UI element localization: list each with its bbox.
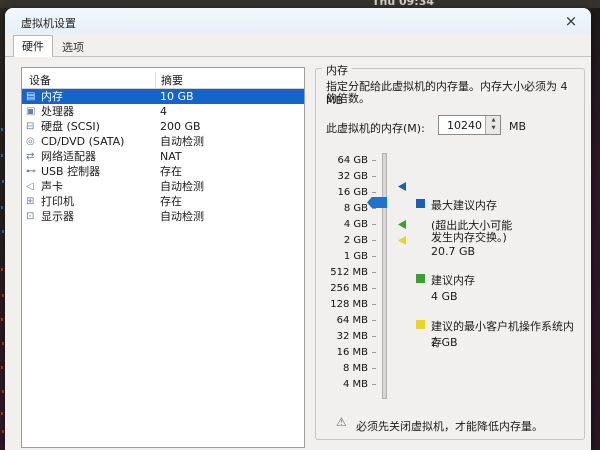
device-label: 打印机: [41, 194, 74, 209]
hard-disk-icon: ⊟: [26, 119, 40, 134]
device-label: 网络适配器: [41, 149, 96, 164]
table-row-hard-disk[interactable]: ⊟ 硬盘 (SCSI) 200 GB: [22, 119, 304, 134]
minimum-memory-legend-swatch: [416, 320, 425, 329]
device-summary: 自动检测: [160, 179, 204, 194]
scale-label: 32 GB: [316, 171, 368, 182]
table-row-processors[interactable]: ▣ 处理器 4: [22, 104, 304, 119]
scale-label: 8 GB: [316, 203, 368, 214]
system-top-bar: Thu 09:34: [0, 0, 600, 8]
column-header-device: 设备: [29, 72, 51, 88]
scale-label: 8 MB: [316, 363, 368, 374]
device-table-header: 设备 摘要: [22, 68, 304, 89]
tab-options[interactable]: 选项: [53, 37, 93, 57]
desktop-background: Thu 09:34 虚拟机设置 × 硬件 选项 设备 摘要 ▤ 内存 10 GB…: [0, 0, 600, 450]
warning-icon: ⚠: [336, 415, 347, 429]
network-icon: ⇄: [26, 149, 40, 164]
table-row-sound-card[interactable]: ◁ 声卡 自动检测: [22, 179, 304, 194]
memory-value-input[interactable]: 10240 ▲ ▼: [438, 115, 501, 135]
usb-icon: ⊷: [26, 164, 40, 179]
table-row-memory[interactable]: ▤ 内存 10 GB: [22, 89, 304, 104]
close-icon[interactable]: ×: [561, 11, 581, 31]
spinner-down-icon[interactable]: ▼: [486, 125, 501, 134]
printer-icon: ⊞: [26, 194, 40, 209]
device-label: 内存: [41, 89, 63, 104]
memory-slider-track[interactable]: [382, 153, 387, 399]
memory-description-line2: 的倍数。: [326, 90, 370, 106]
max-memory-legend-swatch: [416, 199, 425, 208]
table-row-network-adapter[interactable]: ⇄ 网络适配器 NAT: [22, 149, 304, 164]
monitor-icon: ⊡: [26, 209, 40, 224]
recommended-memory-marker: [398, 220, 406, 229]
max-memory-marker: [398, 182, 406, 191]
device-summary: NAT: [160, 149, 182, 164]
max-memory-legend-note2: 发生内存交换。): [431, 229, 507, 245]
column-header-summary: 摘要: [155, 72, 183, 88]
scale-label: 64 GB: [316, 155, 368, 166]
scale-label: 4 MB: [316, 379, 368, 390]
minimum-memory-marker: [398, 236, 406, 245]
device-label: 硬盘 (SCSI): [41, 119, 100, 134]
recommended-memory-value: 4 GB: [431, 290, 458, 303]
vm-settings-dialog: 虚拟机设置 × 硬件 选项 设备 摘要 ▤ 内存 10 GB ▣ 处理器 4: [5, 8, 591, 450]
device-label: 声卡: [41, 179, 63, 194]
memory-slider-handle[interactable]: [367, 197, 387, 208]
desktop-wallpaper-strip: [591, 0, 600, 450]
device-table: 设备 摘要 ▤ 内存 10 GB ▣ 处理器 4 ⊟ 硬盘 (SCSI) 200…: [21, 67, 305, 448]
table-row-printer[interactable]: ⊞ 打印机 存在: [22, 194, 304, 209]
memory-unit-label: MB: [509, 120, 526, 133]
scale-label: 2 GB: [316, 235, 368, 246]
device-label: 显示器: [41, 209, 74, 224]
table-row-cd-dvd[interactable]: ◎ CD/DVD (SATA) 自动检测: [22, 134, 304, 149]
speaker-icon: ◁: [26, 179, 40, 194]
scale-label: 64 MB: [316, 315, 368, 326]
tab-hardware[interactable]: 硬件: [13, 35, 53, 57]
device-label: 处理器: [41, 104, 74, 119]
memory-value[interactable]: 10240: [447, 119, 482, 132]
memory-settings-panel: 内存 指定分配给此虚拟机的内存量。内存大小必须为 4 MB 的倍数。 此虚拟机的…: [315, 68, 585, 440]
memory-field-label: 此虚拟机的内存(M):: [326, 120, 425, 136]
device-summary: 存在: [160, 164, 182, 179]
scale-label: 512 MB: [316, 267, 368, 278]
table-row-display[interactable]: ⊡ 显示器 自动检测: [22, 209, 304, 224]
device-summary: 10 GB: [160, 89, 194, 104]
minimum-memory-value: 2 GB: [431, 336, 458, 349]
device-summary: 200 GB: [160, 119, 201, 134]
tab-divider: [5, 56, 591, 57]
device-summary: 4: [160, 104, 167, 119]
warning-message: 必须先关闭虚拟机，才能降低内存量。: [356, 418, 543, 434]
memory-icon: ▤: [26, 89, 40, 104]
device-summary: 自动检测: [160, 209, 204, 224]
scale-label: 32 MB: [316, 331, 368, 342]
device-label: USB 控制器: [41, 164, 100, 179]
max-memory-value: 20.7 GB: [431, 245, 475, 258]
recommended-memory-legend-swatch: [416, 274, 425, 283]
scale-label: 16 GB: [316, 187, 368, 198]
scale-label: 16 MB: [316, 347, 368, 358]
scale-label: 256 MB: [316, 283, 368, 294]
memory-group-label: 内存: [322, 62, 352, 78]
table-row-usb-controller[interactable]: ⊷ USB 控制器 存在: [22, 164, 304, 179]
device-summary: 自动检测: [160, 134, 204, 149]
cd-dvd-icon: ◎: [26, 134, 40, 149]
recommended-memory-legend-title: 建议内存: [431, 272, 475, 288]
memory-spinner: ▲ ▼: [485, 116, 500, 134]
system-clock: Thu 09:34: [372, 0, 434, 8]
dialog-titlebar[interactable]: 虚拟机设置 ×: [5, 8, 591, 34]
max-memory-legend-title: 最大建议内存: [431, 197, 497, 213]
scale-label: 128 MB: [316, 299, 368, 310]
scale-label: 1 GB: [316, 251, 368, 262]
device-label: CD/DVD (SATA): [41, 134, 124, 149]
device-summary: 存在: [160, 194, 182, 209]
dialog-title: 虚拟机设置: [21, 15, 76, 31]
scale-label: 4 GB: [316, 219, 368, 230]
scale-ticks: [372, 160, 376, 390]
cpu-icon: ▣: [26, 104, 40, 119]
device-rows: ▤ 内存 10 GB ▣ 处理器 4 ⊟ 硬盘 (SCSI) 200 GB ◎ …: [22, 89, 304, 224]
background-window-sliver: [1, 128, 3, 131]
